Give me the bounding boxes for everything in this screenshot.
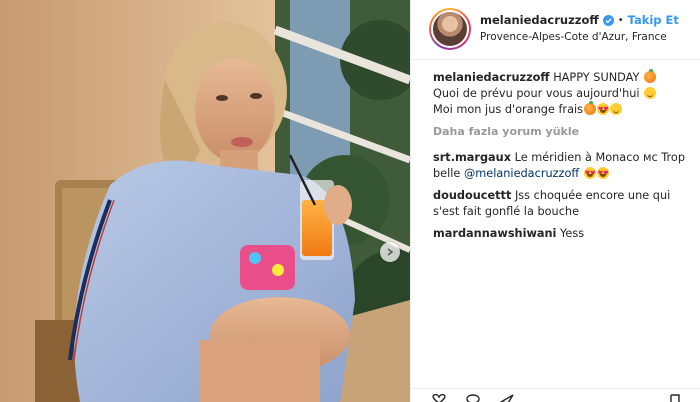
heart-eyes-emoji-icon: [596, 166, 609, 182]
post-header: melaniedacruzzoff • Takip Et Provence-Al…: [411, 0, 700, 60]
comment-icon[interactable]: [465, 394, 481, 402]
carousel-next-icon: [387, 248, 394, 256]
comment-username[interactable]: mardannawshiwani: [433, 227, 556, 240]
header-username[interactable]: melaniedacruzzoff: [480, 13, 599, 27]
avatar[interactable]: [429, 8, 471, 50]
comment-text: Yess: [560, 227, 585, 240]
avatar-image: [431, 10, 469, 48]
caption-username[interactable]: melaniedacruzzoff: [433, 71, 550, 84]
heart-eyes-emoji-icon: [583, 166, 596, 182]
caption-line-2: Quoi de prévu pour vous aujourd'hui: [433, 87, 640, 100]
comment-username[interactable]: doudoucettt: [433, 189, 511, 202]
bookmark-icon[interactable]: [669, 394, 681, 402]
heart-eyes-emoji-icon: [597, 102, 610, 118]
follow-button[interactable]: Takip Et: [628, 13, 679, 27]
share-icon[interactable]: [499, 394, 515, 402]
post-actions-bar: [411, 388, 700, 402]
post-sidebar: melaniedacruzzoff • Takip Et Provence-Al…: [410, 0, 700, 402]
smile-emoji-icon: [610, 103, 623, 115]
orange-emoji-icon: [644, 69, 657, 83]
location-link[interactable]: Provence-Alpes-Cote d'Azur, France: [480, 31, 667, 43]
post-image[interactable]: [0, 0, 410, 402]
load-more-comments-button[interactable]: Daha fazla yorum yükle: [433, 124, 695, 140]
post-photo-illustration: [0, 0, 410, 402]
orange-emoji-icon: [584, 101, 597, 115]
header-separator: •: [617, 14, 624, 26]
comments-list: melaniedacruzzoff HAPPY SUNDAY Quoi de p…: [433, 69, 695, 248]
comment-item: doudoucettt Jss choquée encore une qui s…: [433, 188, 695, 220]
comment-item: mardannawshiwani Yess: [433, 226, 695, 242]
carousel-next-button[interactable]: [380, 242, 400, 262]
header-username-row: melaniedacruzzoff • Takip Et: [480, 13, 679, 27]
caption-line-3: Moi mon jus d'orange frais: [433, 103, 584, 116]
smile-emoji-icon: [644, 87, 657, 99]
comment-mention-link[interactable]: @melaniedacruzzoff: [464, 167, 579, 180]
comment-item: srt.margaux Le méridien à Monaco ᴍᴄ Trop…: [433, 150, 695, 182]
verified-badge-icon: [602, 14, 614, 26]
caption: melaniedacruzzoff HAPPY SUNDAY Quoi de p…: [433, 69, 695, 118]
caption-line-1: HAPPY SUNDAY: [553, 71, 640, 84]
heart-icon[interactable]: [431, 394, 447, 402]
comment-username[interactable]: srt.margaux: [433, 151, 511, 164]
